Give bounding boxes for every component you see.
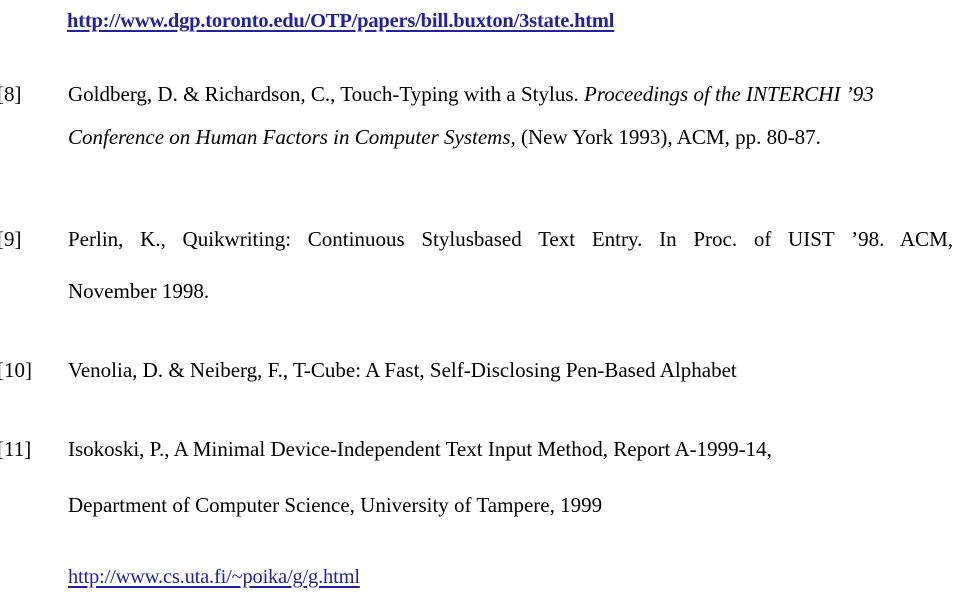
reference-entry-9: [9] Perlin, K., Quikwriting: Continuous … — [0, 229, 959, 302]
reference-label-11: [11] — [0, 437, 32, 461]
reference-line: Department of Computer Science, Universi… — [68, 493, 603, 517]
reference-entry-11: [11] Isokoski, P., A Minimal Device-Inde… — [0, 439, 959, 516]
reference-line: Conference on Human Factors in Computer … — [68, 127, 953, 171]
top-url-row: http://www.dgp.toronto.edu/OTP/papers/bi… — [0, 4, 959, 38]
reference-line: Goldberg, D. & Richardson, C., Touch-Typ… — [68, 84, 953, 127]
reference-line: Isokoski, P., A Minimal Device-Independe… — [68, 437, 772, 461]
reference-line: November 1998. — [68, 279, 210, 303]
top-url-link[interactable]: http://www.dgp.toronto.edu/OTP/papers/bi… — [67, 10, 614, 33]
reference-entry-10: [10] Venolia, D. & Neiberg, F., T-Cube: … — [0, 360, 959, 381]
reference-text-normal: Goldberg, D. & Richardson, C., Touch-Typ… — [68, 82, 585, 106]
reference-label-10: [10] — [0, 358, 32, 382]
reference-text-italic: Proceedings of the INTERCHI ’93 — [584, 82, 874, 106]
document-page: http://www.dgp.toronto.edu/OTP/papers/bi… — [0, 0, 959, 601]
reference-line: Perlin, K., Quikwriting: Continuous Styl… — [68, 227, 953, 251]
reference-text-normal: (New York 1993), ACM, pp. 80-87. — [515, 125, 821, 149]
reference-body-9: Perlin, K., Quikwriting: Continuous Styl… — [68, 229, 953, 302]
reference-label-9: [9] — [0, 227, 22, 251]
reference-body-11: Isokoski, P., A Minimal Device-Independe… — [68, 439, 953, 516]
bottom-url-link[interactable]: http://www.cs.uta.fi/~poika/g/g.html — [68, 566, 360, 589]
reference-body-8: Goldberg, D. & Richardson, C., Touch-Typ… — [68, 84, 953, 171]
bottom-url-row: http://www.cs.uta.fi/~poika/g/g.html — [0, 560, 959, 594]
reference-body-10: Venolia, D. & Neiberg, F., T-Cube: A Fas… — [68, 360, 953, 381]
reference-line: Venolia, D. & Neiberg, F., T-Cube: A Fas… — [68, 358, 737, 382]
reference-text-italic: Conference on Human Factors in Computer … — [68, 125, 516, 149]
reference-entry-8: [8] Goldberg, D. & Richardson, C., Touch… — [0, 84, 959, 171]
reference-label-8: [8] — [0, 82, 22, 106]
